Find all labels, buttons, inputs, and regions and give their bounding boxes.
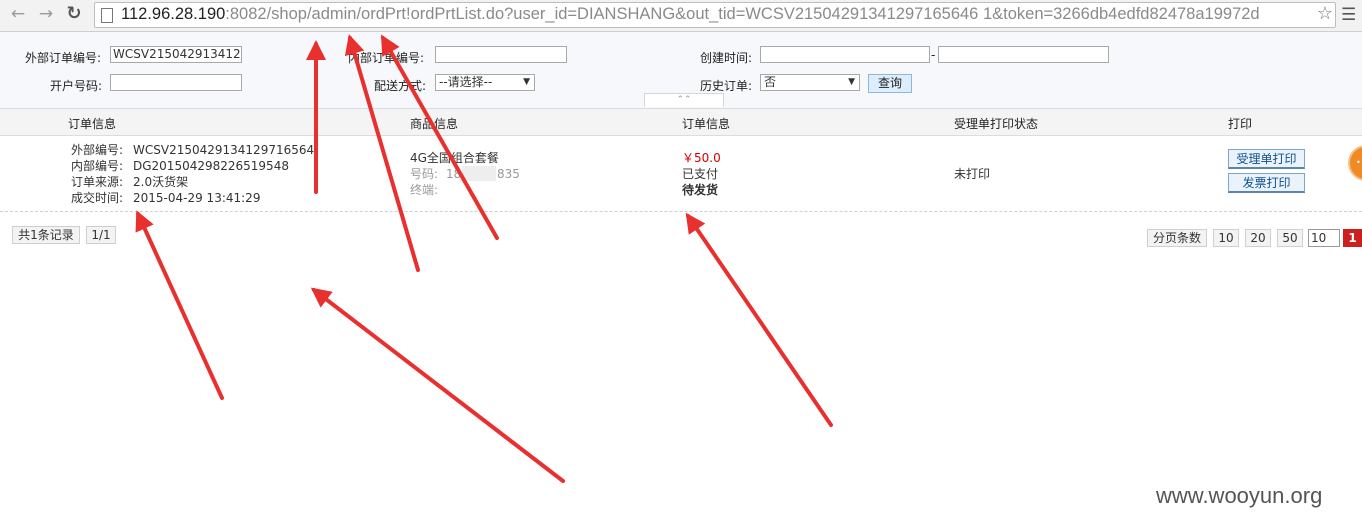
terminal-label: 终端:	[410, 183, 439, 197]
header-product-info: 商品信息	[410, 117, 459, 131]
page-size-20[interactable]: 20	[1245, 229, 1271, 247]
url-path: :8082/shop/admin/ordPrt!ordPrtList.do?us…	[225, 5, 1260, 23]
delivery-select[interactable]: --请选择-- ▼	[435, 74, 535, 91]
arrow-6	[685, 212, 833, 427]
in-no-label: 内部编号:	[71, 159, 124, 173]
double-chevron-up-icon[interactable]: ⌃⌃	[644, 93, 724, 107]
header-print-status: 受理单打印状态	[954, 117, 1039, 131]
header-print: 打印	[1228, 117, 1253, 131]
star-icon[interactable]: ☆	[1314, 3, 1333, 24]
header-order-status: 订单信息	[682, 117, 731, 131]
out-order-label: 外部订单编号:	[25, 51, 102, 65]
page-size-input[interactable]: 10	[1308, 229, 1340, 247]
filter-panel: 外部订单编号: WCSV2150429134129 内部订单编号: 创建时间: …	[0, 32, 1362, 109]
reload-icon[interactable]: ↻	[64, 4, 84, 24]
created-time-label: 创建时间:	[700, 51, 753, 65]
out-no-value: WCSV21504291341297165646 1	[133, 143, 315, 157]
phone-prefix: 18	[446, 167, 462, 181]
account-label: 开户号码:	[50, 79, 103, 93]
arrow-4	[135, 210, 224, 400]
phone-redaction	[462, 166, 496, 181]
product-name: 4G全国组合套餐	[410, 151, 499, 165]
row-divider	[0, 211, 1362, 212]
time-value: 2015-04-29 13:41:29	[133, 191, 261, 205]
back-arrow-icon[interactable]: ←	[8, 4, 28, 24]
page-size-label: 分页条数	[1147, 229, 1207, 247]
pay-status: 已支付	[682, 167, 719, 181]
print-invoice-button[interactable]: 发票打印	[1228, 173, 1305, 193]
total-records: 共1条记录	[12, 226, 80, 244]
url-host: 112.96.28.190	[121, 5, 226, 23]
page-icon	[101, 8, 113, 23]
in-order-label: 内部订单编号:	[348, 51, 425, 65]
source-value: 2.0沃货架	[133, 175, 189, 189]
history-select[interactable]: 否 ▼	[760, 74, 860, 91]
chevron-down-icon: ▼	[848, 77, 855, 87]
page-count: 1/1	[86, 226, 116, 244]
phone-suffix: 835	[497, 167, 520, 181]
print-accept-button[interactable]: 受理单打印	[1228, 149, 1305, 169]
menu-icon[interactable]: ☰	[1341, 5, 1356, 25]
in-no-value: DG201504298226519548	[133, 159, 289, 173]
delivery-select-value: --请选择--	[439, 75, 493, 89]
current-page-button[interactable]: 1	[1343, 229, 1362, 247]
delivery-label: 配送方式:	[374, 79, 427, 93]
created-from-input[interactable]	[760, 46, 930, 63]
address-bar[interactable]: 112.96.28.190:8082/shop/admin/ordPrt!ord…	[94, 2, 1336, 28]
out-order-input[interactable]: WCSV2150429134129	[110, 46, 242, 63]
page-size-50[interactable]: 50	[1277, 229, 1303, 247]
table-header: 订单信息 商品信息 订单信息 受理单打印状态 打印	[0, 109, 1362, 136]
account-input[interactable]	[110, 74, 242, 91]
ship-status: 待发货	[682, 183, 719, 197]
arrow-5	[310, 287, 565, 483]
created-to-input[interactable]	[938, 46, 1109, 63]
in-order-input[interactable]	[435, 46, 567, 63]
price-value: ￥50.0	[682, 151, 721, 165]
time-label: 成交时间:	[71, 191, 124, 205]
history-select-value: 否	[764, 75, 777, 89]
chevron-down-icon: ▼	[523, 77, 530, 87]
phone-label: 号码:	[410, 167, 439, 181]
floating-badge-icon[interactable]: •	[1348, 145, 1362, 181]
print-status: 未打印	[954, 167, 991, 181]
watermark: www.wooyun.org	[1156, 483, 1323, 508]
forward-arrow-icon[interactable]: →	[36, 4, 56, 24]
source-label: 订单来源:	[71, 175, 124, 189]
page-size-10[interactable]: 10	[1213, 229, 1239, 247]
date-separator: -	[931, 48, 936, 62]
history-label: 历史订单:	[700, 79, 753, 93]
browser-toolbar: ← → ↻ 112.96.28.190:8082/shop/admin/ordP…	[0, 0, 1362, 32]
url-text: 112.96.28.190:8082/shop/admin/ordPrt!ord…	[121, 5, 1260, 24]
out-no-label: 外部编号:	[71, 143, 124, 157]
header-order-info: 订单信息	[68, 117, 117, 131]
query-button[interactable]: 查询	[868, 74, 912, 93]
